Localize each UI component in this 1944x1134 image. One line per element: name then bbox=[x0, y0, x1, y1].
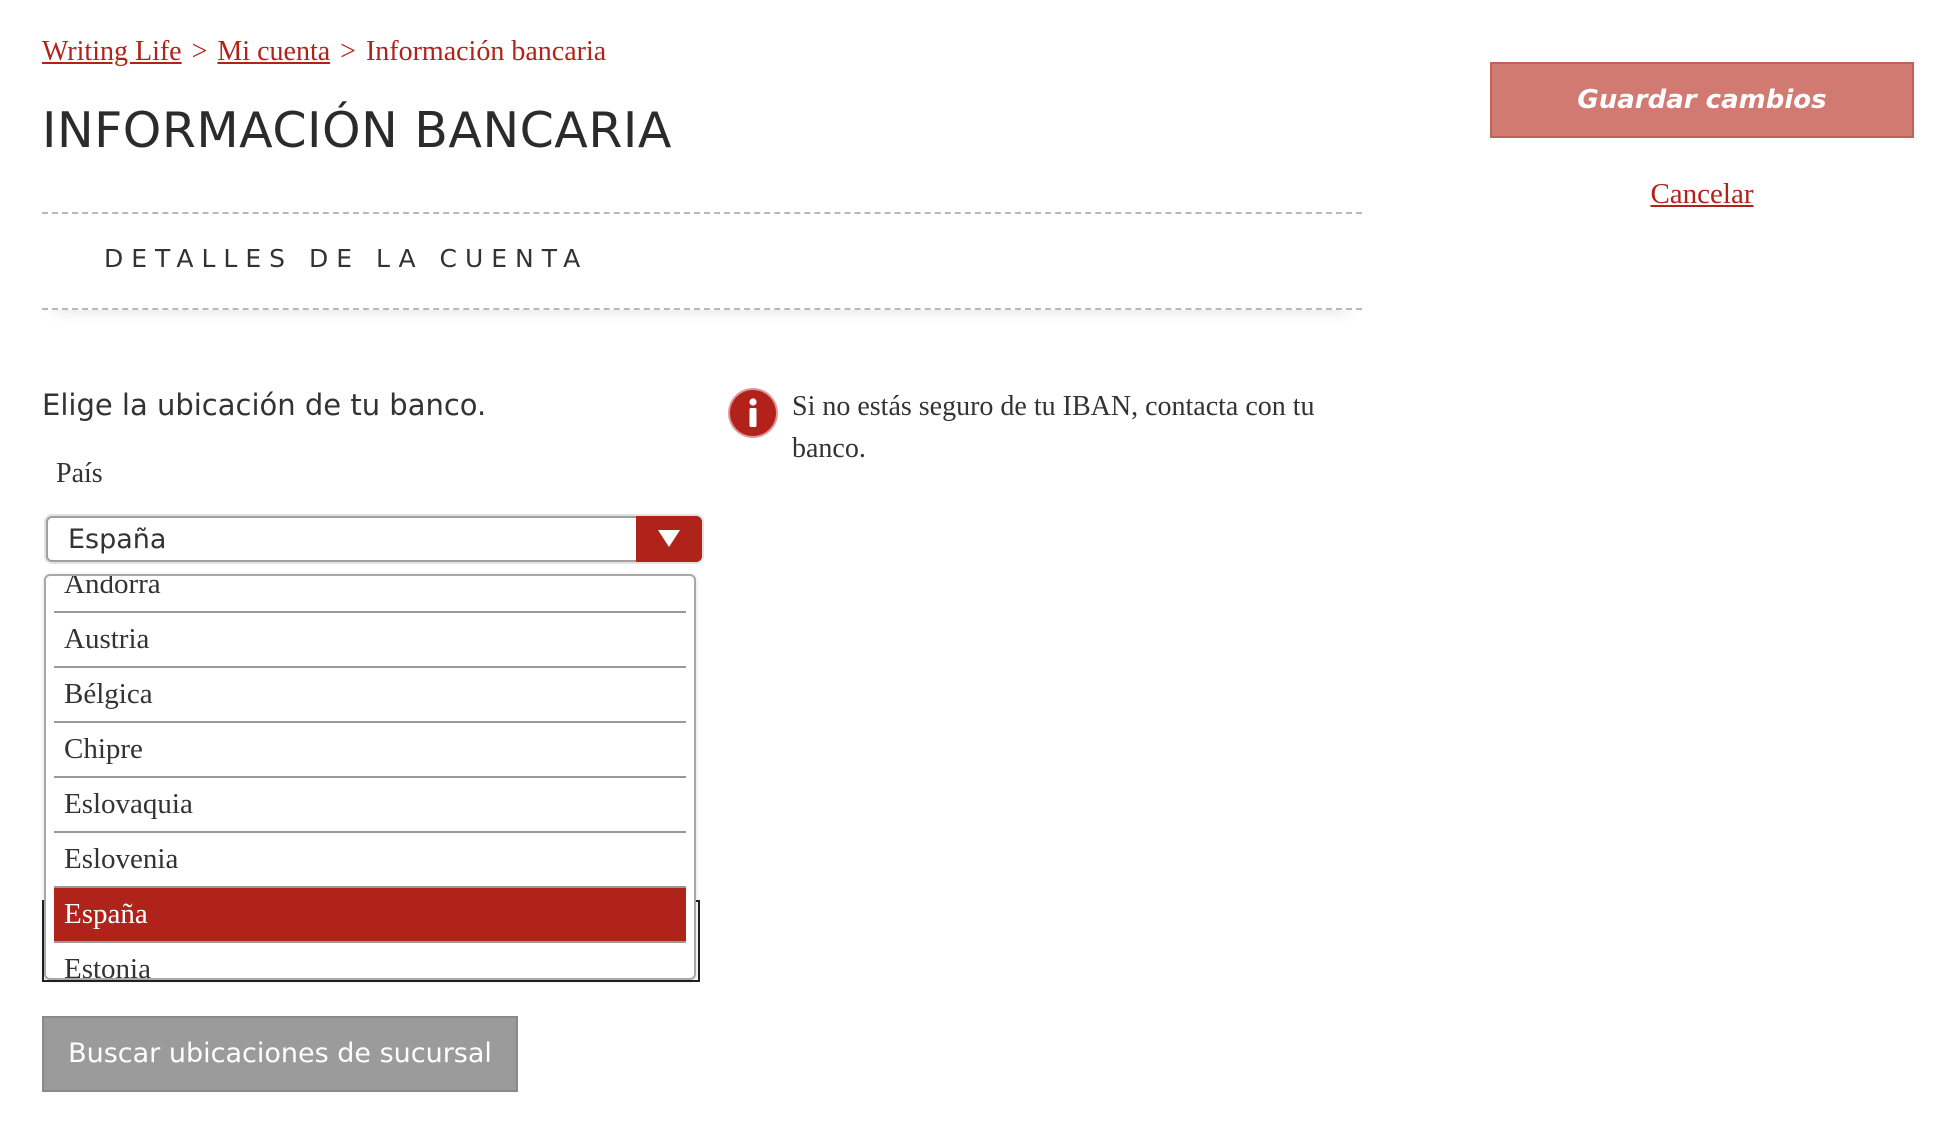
country-option-austria[interactable]: Austria bbox=[54, 613, 686, 668]
country-label: País bbox=[56, 458, 103, 489]
cancel-link[interactable]: Cancelar bbox=[1490, 178, 1914, 211]
info-icon bbox=[730, 390, 776, 436]
dropdown-toggle[interactable] bbox=[636, 516, 702, 562]
country-dropdown-list[interactable]: Andorra Austria Bélgica Chipre Eslovaqui… bbox=[44, 574, 696, 980]
country-option-andorra[interactable]: Andorra bbox=[54, 576, 686, 613]
bank-location-prompt: Elige la ubicación de tu banco. bbox=[42, 388, 487, 422]
chevron-down-icon bbox=[658, 530, 680, 547]
country-option-eslovenia[interactable]: Eslovenia bbox=[54, 833, 686, 888]
country-option-estonia[interactable]: Estonia bbox=[54, 943, 686, 978]
dropdown-options: Andorra Austria Bélgica Chipre Eslovaqui… bbox=[54, 576, 686, 978]
breadcrumb-link-mi-cuenta[interactable]: Mi cuenta bbox=[217, 36, 330, 67]
section-header: DETALLES DE LA CUENTA bbox=[42, 212, 1362, 310]
country-option-chipre[interactable]: Chipre bbox=[54, 723, 686, 778]
save-changes-button[interactable]: Guardar cambios bbox=[1490, 62, 1914, 138]
page-title: INFORMACIÓN BANCARIA bbox=[42, 102, 672, 159]
country-select[interactable]: España bbox=[46, 516, 702, 562]
country-option-espana[interactable]: España bbox=[54, 888, 686, 943]
breadcrumb-separator: > bbox=[340, 36, 356, 67]
iban-info-text: Si no estás seguro de tu IBAN, contacta … bbox=[792, 391, 1315, 464]
breadcrumb-link-writing-life[interactable]: Writing Life bbox=[42, 36, 182, 67]
country-option-belgica[interactable]: Bélgica bbox=[54, 668, 686, 723]
breadcrumb-separator: > bbox=[191, 36, 208, 67]
breadcrumb-current: Información bancaria bbox=[365, 36, 607, 67]
country-select-value: España bbox=[68, 524, 167, 555]
section-title: DETALLES DE LA CUENTA bbox=[104, 244, 589, 273]
country-option-eslovaquia[interactable]: Eslovaquia bbox=[54, 778, 686, 833]
breadcrumb: Writing Life > Mi cuenta > Información banca… bbox=[42, 36, 606, 68]
search-branch-locations-button[interactable]: Buscar ubicaciones de sucursal bbox=[42, 1016, 518, 1092]
